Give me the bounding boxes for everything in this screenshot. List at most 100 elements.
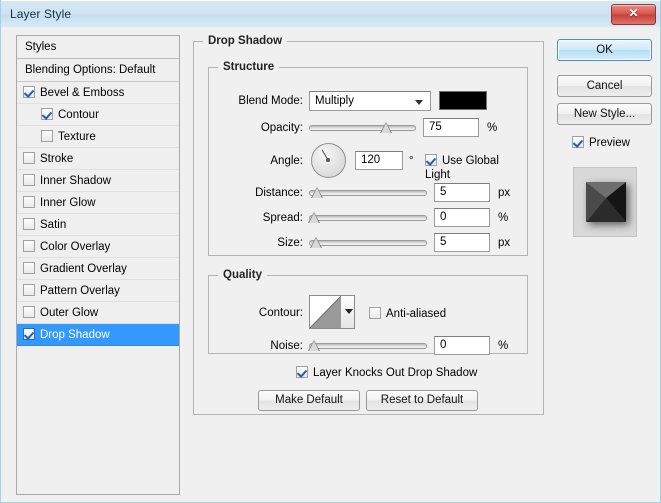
opacity-slider[interactable]: [309, 120, 416, 136]
effects-list: Bevel & Emboss Contour Texture Stroke Inner …: [17, 82, 179, 346]
effect-label: Satin: [40, 219, 67, 231]
effect-label: Gradient Overlay: [40, 263, 127, 275]
preview-checkbox[interactable]: Preview: [572, 136, 630, 150]
use-global-light-checkbox[interactable]: Use Global Light: [425, 154, 527, 182]
cancel-button[interactable]: Cancel: [557, 75, 652, 97]
shadow-color-swatch[interactable]: [439, 91, 487, 110]
noise-label: Noise:: [270, 340, 303, 352]
effect-label: Contour: [58, 109, 99, 121]
checkbox-icon[interactable]: [23, 328, 35, 340]
effect-row-gradient-overlay[interactable]: Gradient Overlay: [17, 258, 179, 280]
checkbox-icon[interactable]: [23, 262, 35, 274]
checkbox-icon[interactable]: [23, 196, 35, 208]
angle-hub-icon: [326, 158, 330, 162]
noise-slider[interactable]: [308, 338, 427, 354]
effect-label: Outer Glow: [40, 307, 99, 319]
opacity-slider-thumb[interactable]: [380, 122, 392, 134]
effect-label: Drop Shadow: [40, 329, 110, 341]
chevron-down-icon: [345, 309, 353, 314]
effect-row-outer-glow[interactable]: Outer Glow: [17, 302, 179, 324]
contour-dropdown-button[interactable]: [341, 296, 354, 328]
anti-aliased-checkbox[interactable]: Anti-aliased: [369, 307, 446, 321]
title-bar[interactable]: Layer Style ✕: [1, 0, 660, 28]
checkbox-icon[interactable]: [23, 284, 35, 296]
layer-style-dialog: Layer Style ✕ Styles Blending Options: D…: [0, 0, 661, 503]
size-slider-thumb[interactable]: [310, 237, 323, 249]
new-style-button[interactable]: New Style...: [557, 103, 652, 125]
spread-input[interactable]: 0: [434, 208, 490, 227]
size-input[interactable]: 5: [434, 233, 490, 252]
layer-knocks-out-checkbox[interactable]: Layer Knocks Out Drop Shadow: [296, 366, 477, 380]
drop-shadow-group-title: Drop Shadow: [208, 35, 283, 47]
effect-row-inner-shadow[interactable]: Inner Shadow: [17, 170, 179, 192]
make-default-button[interactable]: Make Default: [258, 390, 360, 411]
effect-row-color-overlay[interactable]: Color Overlay: [17, 236, 179, 258]
effect-row-drop-shadow[interactable]: Drop Shadow: [17, 324, 179, 346]
angle-dial[interactable]: [311, 143, 346, 178]
blend-mode-select[interactable]: Multiply: [309, 91, 431, 111]
distance-slider[interactable]: [309, 185, 427, 201]
angle-unit: °: [409, 155, 414, 167]
size-slider-track: [309, 240, 427, 246]
checkbox-icon[interactable]: [23, 86, 35, 98]
angle-label: Angle:: [270, 155, 303, 167]
checkbox-icon: [296, 366, 308, 378]
layer-knocks-out-label: Layer Knocks Out Drop Shadow: [313, 367, 478, 379]
distance-slider-thumb[interactable]: [311, 187, 324, 199]
noise-input[interactable]: 0: [434, 336, 490, 355]
checkbox-icon[interactable]: [23, 152, 35, 164]
styles-panel: Styles Blending Options: Default Bevel &…: [16, 35, 180, 495]
spread-slider-thumb[interactable]: [308, 212, 320, 224]
contour-curve-svg: [310, 296, 341, 328]
checkbox-icon[interactable]: [23, 306, 35, 318]
close-icon: ✕: [628, 6, 639, 20]
checkbox-icon[interactable]: [23, 240, 35, 252]
drop-shadow-group: Drop Shadow Structure Blend Mode: Multip…: [193, 35, 544, 415]
noise-slider-track: [309, 343, 427, 349]
effect-row-pattern-overlay[interactable]: Pattern Overlay: [17, 280, 179, 302]
noise-slider-thumb[interactable]: [308, 340, 320, 352]
effect-row-satin[interactable]: Satin: [17, 214, 179, 236]
anti-aliased-label: Anti-aliased: [386, 308, 447, 320]
opacity-input[interactable]: 75: [423, 118, 479, 137]
effect-label: Bevel & Emboss: [40, 87, 125, 99]
style-preview-box: [573, 167, 637, 237]
opacity-slider-track: [309, 125, 416, 131]
checkbox-icon[interactable]: [41, 108, 53, 120]
effect-row-stroke[interactable]: Stroke: [17, 148, 179, 170]
distance-label: Distance:: [255, 187, 303, 199]
checkbox-icon[interactable]: [23, 218, 35, 230]
size-label: Size:: [277, 237, 303, 249]
quality-group: Quality Contour: Anti-aliased Noise: 0 %: [208, 269, 528, 355]
quality-group-title: Quality: [223, 269, 262, 281]
spread-slider[interactable]: [308, 210, 427, 226]
ok-button[interactable]: OK: [557, 39, 652, 61]
distance-input[interactable]: 5: [434, 183, 490, 202]
blend-mode-value: Multiply: [315, 95, 354, 107]
checkbox-icon[interactable]: [41, 130, 53, 142]
effect-label: Inner Glow: [40, 197, 96, 209]
spread-label: Spread:: [262, 212, 303, 224]
preview-thumbnail: [586, 182, 626, 222]
styles-header[interactable]: Styles: [17, 36, 179, 59]
checkbox-icon[interactable]: [23, 174, 35, 186]
effect-label: Color Overlay: [40, 241, 111, 253]
blending-options-row[interactable]: Blending Options: Default: [17, 59, 179, 82]
opacity-unit: %: [487, 122, 498, 134]
window-title: Layer Style: [10, 7, 72, 21]
effect-row-bevel-emboss[interactable]: Bevel & Emboss: [17, 82, 179, 104]
size-slider[interactable]: [309, 235, 427, 251]
effect-label: Texture: [58, 131, 96, 143]
structure-group: Structure Blend Mode: Multiply Opacity: …: [208, 61, 528, 256]
opacity-label: Opacity:: [260, 122, 303, 134]
contour-preset-picker[interactable]: [309, 295, 355, 329]
effect-label: Inner Shadow: [40, 175, 111, 187]
close-button[interactable]: ✕: [611, 4, 656, 25]
effect-row-texture[interactable]: Texture: [17, 126, 179, 148]
angle-input[interactable]: 120: [355, 151, 403, 170]
effect-row-inner-glow[interactable]: Inner Glow: [17, 192, 179, 214]
effect-row-contour[interactable]: Contour: [17, 104, 179, 126]
spread-slider-track: [309, 215, 427, 221]
reset-to-default-button[interactable]: Reset to Default: [366, 390, 478, 411]
effect-label: Pattern Overlay: [40, 285, 120, 297]
